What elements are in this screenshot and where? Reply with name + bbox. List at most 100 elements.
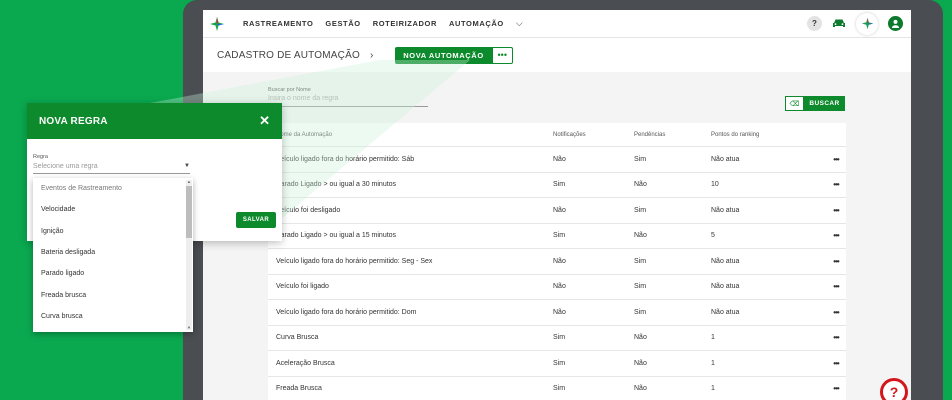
header-ranking[interactable]: Pontos do ranking xyxy=(711,132,826,138)
cell-name: Aceleração Brusca xyxy=(276,359,335,367)
cell-notifications: Sim xyxy=(553,385,566,393)
dropdown-option[interactable]: Bateria desligada xyxy=(33,242,193,263)
save-button[interactable]: SALVAR xyxy=(236,212,276,228)
scroll-down-icon[interactable]: ▼ xyxy=(186,325,192,330)
cell-ranking: 1 xyxy=(711,334,715,342)
new-automation-button[interactable]: NOVA AUTOMAÇÃO xyxy=(395,46,492,64)
nav-rastreamento[interactable]: RASTREAMENTO xyxy=(243,19,313,28)
cell-pending: Não xyxy=(634,359,647,367)
modal-title: NOVA REGRA xyxy=(39,115,108,127)
cell-pending: Sim xyxy=(634,206,647,214)
page-header: CADASTRO DE AUTOMAÇÃO › NOVA AUTOMAÇÃO •… xyxy=(203,38,911,72)
cell-pending: Não xyxy=(634,181,647,189)
dropdown-scrollbar[interactable]: ▲ ▼ xyxy=(186,179,192,330)
row-menu-button[interactable]: ••• xyxy=(826,206,846,215)
table-row[interactable]: Parado Ligado > ou igual a 30 minutos Si… xyxy=(268,173,846,198)
cell-name: Veículo ligado fora do horário permitido… xyxy=(276,155,415,163)
cell-notifications: Não xyxy=(553,257,566,265)
cell-pending: Sim xyxy=(634,283,647,291)
header-pending[interactable]: Pendências xyxy=(634,132,711,138)
search-button-label[interactable]: BUSCAR xyxy=(804,96,845,111)
row-menu-button[interactable]: ••• xyxy=(826,359,846,368)
row-menu-button[interactable]: ••• xyxy=(826,333,846,342)
table-row[interactable]: Aceleração Brusca Sim Não 1 ••• xyxy=(268,351,846,377)
row-menu-button[interactable]: ••• xyxy=(826,257,846,266)
dropdown-option[interactable]: Curva brusca xyxy=(33,306,193,327)
topbar-actions: ? xyxy=(807,12,911,35)
dropdown-option[interactable]: Freada brusca xyxy=(33,284,193,305)
cell-ranking: 5 xyxy=(711,232,715,240)
table-row[interactable]: Veículo ligado fora do horário permitido… xyxy=(268,300,846,326)
row-menu-button[interactable]: ••• xyxy=(826,384,846,393)
cell-ranking: Não atua xyxy=(711,308,740,316)
table-row[interactable]: Parado Ligado > ou igual a 15 minutos Si… xyxy=(268,224,846,249)
caret-down-icon[interactable]: ▼ xyxy=(184,163,190,170)
scroll-thumb[interactable] xyxy=(186,186,192,238)
cell-pending: Sim xyxy=(634,308,647,316)
floating-help-button[interactable]: ? xyxy=(880,378,908,400)
search-input[interactable]: Insira o nome da regra xyxy=(268,95,428,107)
nav-roteirizador[interactable]: ROTEIRIZADOR xyxy=(373,19,437,28)
dropdown-option[interactable]: Parado ligado xyxy=(33,263,193,284)
cell-name: Veículo ligado fora do horário permitido… xyxy=(276,308,417,316)
table-row[interactable]: Veículo foi desligado Não Sim Não atua •… xyxy=(268,198,846,224)
dropdown-option[interactable]: Ignição xyxy=(33,221,193,242)
row-menu-button[interactable]: ••• xyxy=(826,282,846,291)
chevron-down-icon[interactable]: ⌵ xyxy=(516,18,523,29)
table-row[interactable]: Freada Brusca Sim Não 1 ••• xyxy=(268,377,846,400)
cell-notifications: Sim xyxy=(553,181,566,189)
table-row[interactable]: Veículo ligado fora do horário permitido… xyxy=(268,249,846,275)
more-options-button[interactable]: ••• xyxy=(491,46,513,64)
search-button[interactable]: ⌫ BUSCAR xyxy=(785,96,845,111)
cell-ranking: 1 xyxy=(711,359,715,367)
app-screen: RASTREAMENTO GESTÃO ROTEIRIZADOR AUTOMAÇ… xyxy=(203,10,911,400)
cell-name: Veículo foi ligado xyxy=(276,283,329,291)
modal-header: NOVA REGRA ✕ xyxy=(27,103,282,139)
cell-name: Parado Ligado > ou igual a 30 minutos xyxy=(276,181,397,189)
cell-notifications: Sim xyxy=(553,359,566,367)
page-title: CADASTRO DE AUTOMAÇÃO xyxy=(217,49,360,61)
table-row[interactable]: Veículo foi ligado Não Sim Não atua ••• xyxy=(268,275,846,300)
row-menu-button[interactable]: ••• xyxy=(826,308,846,317)
scroll-up-icon[interactable]: ▲ xyxy=(186,179,192,184)
close-icon[interactable]: ✕ xyxy=(259,113,270,129)
table-row[interactable]: Veículo ligado fora do horário permitido… xyxy=(268,147,846,173)
help-button[interactable]: ? xyxy=(807,16,822,31)
cell-pending: Não xyxy=(634,334,647,342)
header-notifications[interactable]: Notificações xyxy=(553,132,634,138)
cell-pending: Não xyxy=(634,385,647,393)
dropdown-option[interactable]: Velocidade xyxy=(33,199,193,220)
cell-name: Curva Brusca xyxy=(276,334,319,342)
cell-pending: Sim xyxy=(634,257,647,265)
cell-notifications: Não xyxy=(553,283,566,291)
user-avatar-icon[interactable] xyxy=(888,16,903,31)
row-menu-button[interactable]: ••• xyxy=(826,231,846,240)
cell-notifications: Não xyxy=(553,206,566,214)
cell-ranking: 1 xyxy=(711,385,715,393)
eraser-icon[interactable]: ⌫ xyxy=(785,96,804,111)
cell-notifications: Sim xyxy=(553,334,566,342)
cell-ranking: Não atua xyxy=(711,257,740,265)
table-header: Nome da Automação Notificações Pendência… xyxy=(268,123,846,147)
cell-name: Veículo ligado fora do horário permitido… xyxy=(276,257,433,265)
row-menu-button[interactable]: ••• xyxy=(826,155,846,164)
rule-select[interactable]: Selecione uma regra ▼ xyxy=(33,163,190,174)
cell-ranking: 10 xyxy=(711,181,719,189)
rule-dropdown-menu: Eventos de Rastreamento Velocidade Igniç… xyxy=(33,178,193,332)
app-logo-icon[interactable] xyxy=(203,10,231,38)
rule-select-placeholder: Selecione uma regra xyxy=(33,163,98,170)
car-icon[interactable] xyxy=(832,15,846,33)
search-label: Buscar por Nome xyxy=(268,87,311,93)
rule-field-label: Regra xyxy=(33,154,48,160)
row-menu-button[interactable]: ••• xyxy=(826,180,846,189)
cell-name: Veículo foi desligado xyxy=(276,206,341,214)
header-name[interactable]: Nome da Automação xyxy=(268,132,553,138)
automation-table: Nome da Automação Notificações Pendência… xyxy=(268,123,846,400)
cell-ranking: Não atua xyxy=(711,206,740,214)
brand-logo-icon[interactable] xyxy=(856,12,878,35)
table-row[interactable]: Curva Brusca Sim Não 1 ••• xyxy=(268,326,846,351)
nav-gestao[interactable]: GESTÃO xyxy=(325,19,360,28)
nav-automacao[interactable]: AUTOMAÇÃO xyxy=(449,19,504,28)
cell-notifications: Não xyxy=(553,155,566,163)
cell-pending: Sim xyxy=(634,155,647,163)
